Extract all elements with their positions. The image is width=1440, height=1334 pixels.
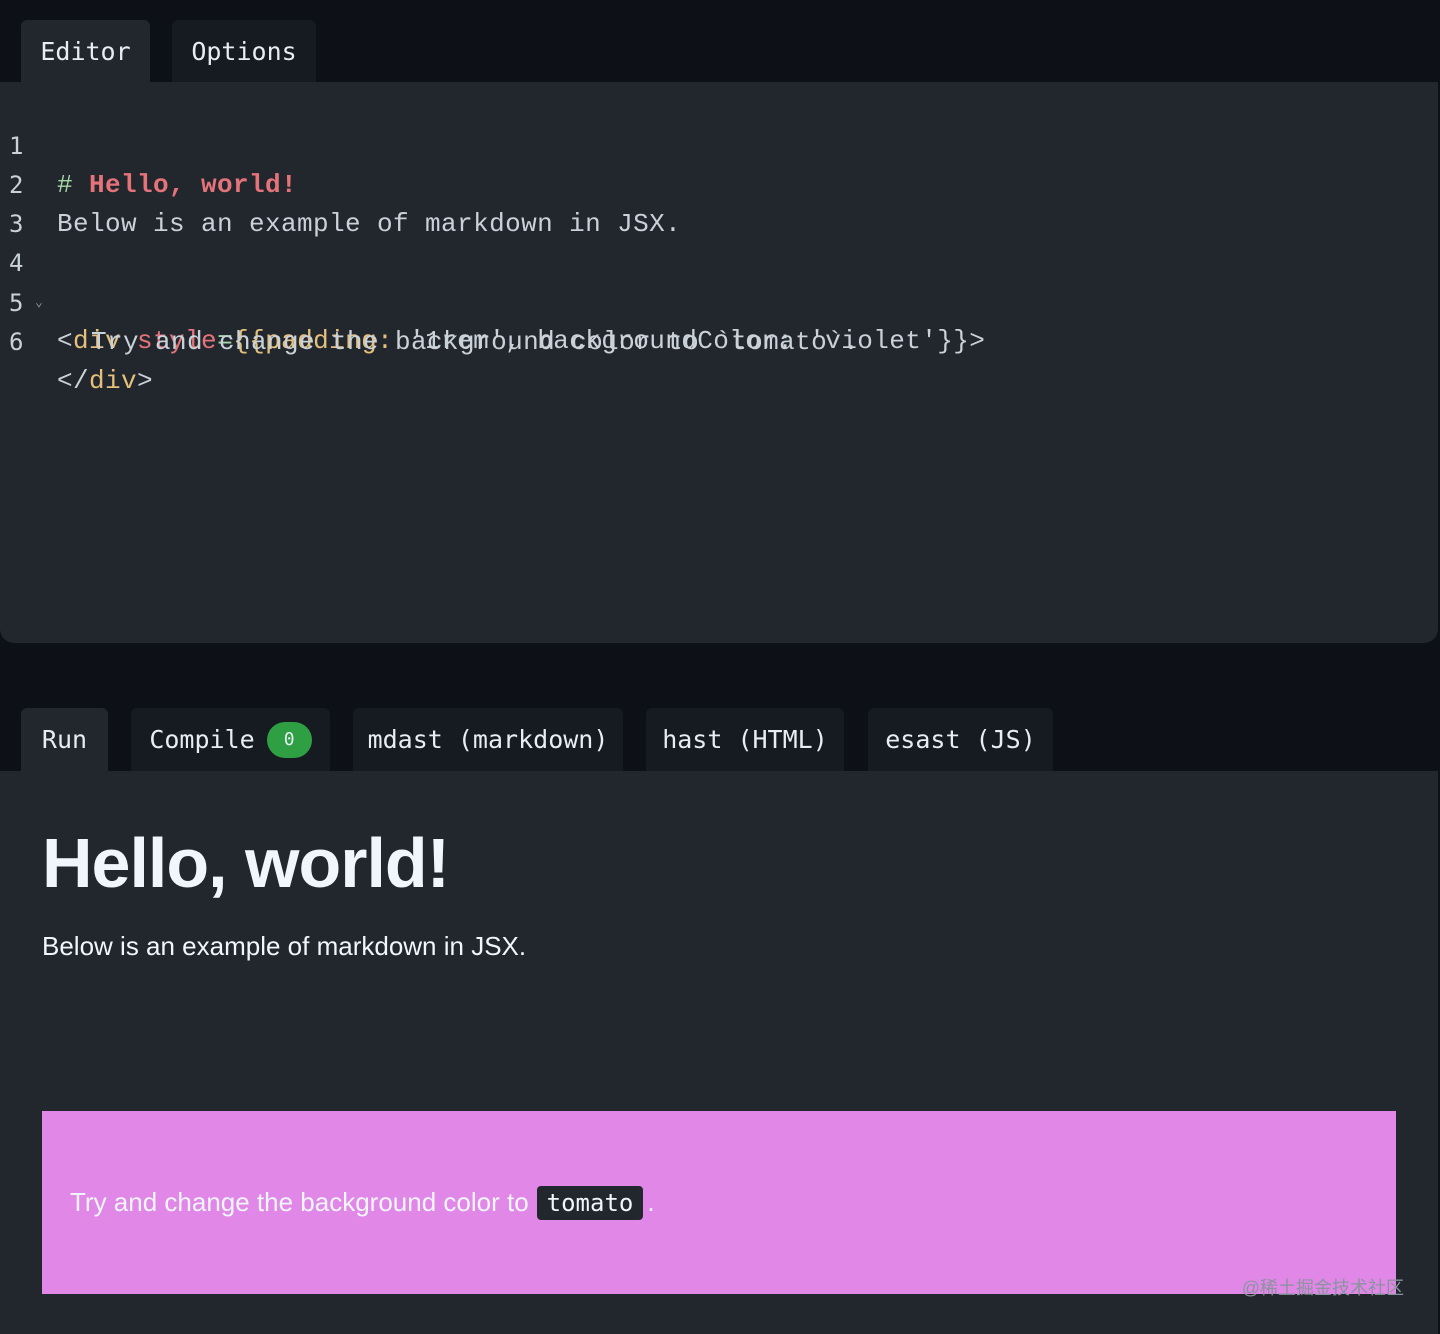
tab-run[interactable]: Run	[21, 708, 108, 771]
preview-paragraph: Below is an example of markdown in JSX.	[42, 931, 527, 961]
editor-panel: Editor Options 1 # Hello, world! 2 Below…	[0, 0, 1438, 643]
preview-area: Hello, world! Below is an example of mar…	[0, 771, 1438, 1334]
code-line-5: 5 Try and change the background color to…	[0, 245, 1438, 357]
editor-tabbar: Editor Options	[0, 0, 1438, 82]
tab-editor[interactable]: Editor	[21, 20, 150, 82]
styled-div-text: Try and change the background color to	[70, 1187, 529, 1217]
code-line-1: 1 # Hello, world!	[0, 88, 1438, 200]
tab-compile[interactable]: Compile 0	[131, 708, 330, 771]
code-line-4: 4 ⌄ <div style={{padding: '1rem', backgr…	[0, 205, 1438, 356]
output-panel: Run Compile 0 mdast (markdown) hast (HTM…	[0, 686, 1438, 1334]
preview-heading: Hello, world!	[42, 824, 450, 902]
tag-open: </	[57, 366, 90, 396]
watermark: @稀土掘金技术社区	[1241, 1278, 1404, 1298]
styled-div-suffix: .	[647, 1187, 655, 1217]
code-line-6: 6 </div>	[0, 284, 1438, 396]
tab-hast[interactable]: hast (HTML)	[646, 708, 844, 771]
inline-code: tomato	[536, 1185, 644, 1220]
output-tabbar: Run Compile 0 mdast (markdown) hast (HTM…	[0, 686, 1438, 771]
error-count-badge: 0	[266, 721, 312, 758]
tab-compile-label: Compile	[149, 725, 255, 754]
tag-close: >	[969, 326, 986, 356]
brace-close: }}	[937, 326, 970, 356]
tab-options[interactable]: Options	[172, 20, 316, 82]
tab-mdast[interactable]: mdast (markdown)	[353, 708, 623, 771]
code-text: Try and change the background color to `…	[91, 327, 860, 357]
tag-close: >	[137, 366, 154, 396]
line-number: 6	[9, 328, 24, 356]
code-line-3: 3	[0, 166, 1438, 238]
styled-div: Try and change the background color to t…	[42, 1111, 1396, 1294]
code-editor[interactable]: 1 # Hello, world! 2 Below is an example …	[0, 82, 1438, 643]
tab-esast[interactable]: esast (JS)	[868, 708, 1053, 771]
code-line-2: 2 Below is an example of markdown in JSX…	[0, 127, 1438, 239]
tag-name: div	[89, 366, 138, 396]
